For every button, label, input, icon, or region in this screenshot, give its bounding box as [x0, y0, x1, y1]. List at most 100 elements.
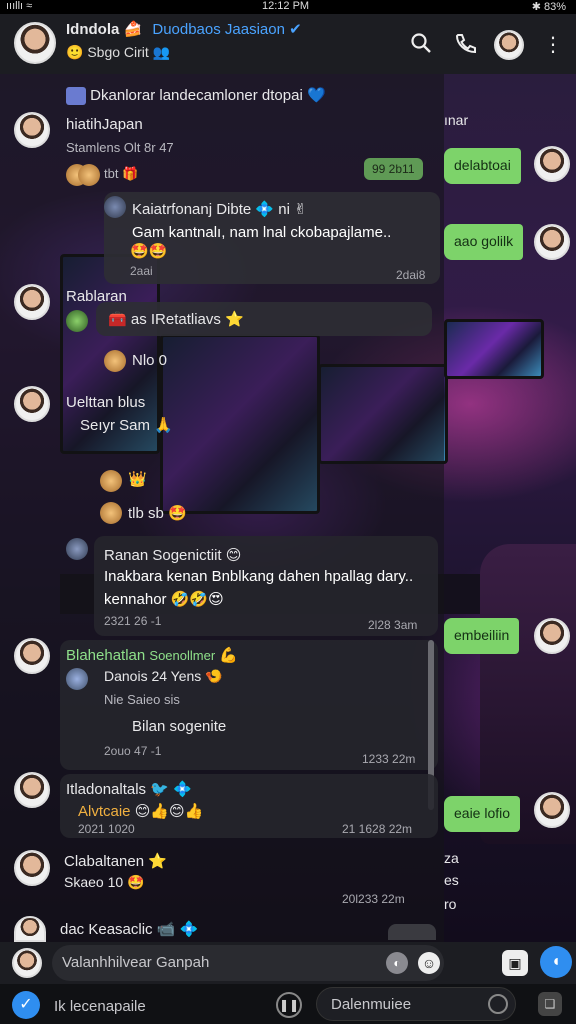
message-emoji: 🙏: [154, 417, 173, 434]
pause-icon[interactable]: ❚❚: [276, 992, 302, 1018]
subtitle-text: Sbgo Cirit: [87, 44, 149, 60]
more-vertical-icon[interactable]: ⋮: [540, 32, 566, 58]
message-text-span: kennahor: [104, 591, 167, 608]
toolbox-icon: 🧰: [108, 311, 127, 328]
sender-mini-avatar: [104, 196, 126, 218]
compose-bar: Valanhhilvear Ganpah ◐ ☺ ▣ ◖: [0, 942, 576, 984]
message-text: Nlo 0: [132, 352, 168, 369]
reaction-avatar: [104, 350, 126, 372]
sender-name: Ranan Sogenictiit 😊: [104, 546, 241, 564]
sender-name: Blahehatlan Soenollmer 💪: [66, 646, 238, 664]
verified-icon: ✔: [289, 21, 302, 38]
outgoing-avatar[interactable]: [534, 792, 570, 828]
chat-title-text: Idndola: [66, 21, 120, 38]
camera-icon[interactable]: ▣: [502, 950, 528, 976]
side-label: ro: [444, 896, 457, 912]
bottom-bar: ✓ Ik lecenapaile ❚❚ Dalenmuiee ❑: [0, 984, 576, 1024]
chat-header: Idndola 🍰 Duodbaos Jaasiaon ✔ 🙂 Sbgo Cir…: [0, 14, 576, 74]
sender-avatar[interactable]: [14, 850, 50, 886]
bottom-search-pill[interactable]: Dalenmuiee: [316, 987, 516, 1021]
chat-title[interactable]: Idndola 🍰 Duodbaos Jaasiaon ✔: [66, 20, 302, 38]
clock: 12:12 PM: [262, 0, 310, 12]
scroll-handle[interactable]: [388, 924, 436, 940]
message-text-span: Skaeo 10: [64, 874, 124, 890]
reaction-avatar: [66, 310, 88, 332]
sender-avatar[interactable]: [14, 772, 50, 808]
message-text: tlb sb 🤩: [128, 504, 187, 522]
chat-title-tag: Duodbaos Jaasiaon: [152, 21, 285, 38]
message-text: Inakbara kenan Bnblkang dahen hpallag da…: [104, 568, 414, 585]
reaction-label: tbt 🎁: [104, 166, 139, 181]
sender-avatar[interactable]: [14, 112, 50, 148]
message-emoji: 🍤: [205, 668, 223, 684]
outgoing-bubble[interactable]: embeiliin: [444, 618, 520, 654]
search-icon[interactable]: [408, 32, 434, 58]
message-text: Bilan sogenite: [132, 718, 227, 735]
message-time: 21 1628 22m: [342, 822, 413, 836]
sender-tag: Soenollmer: [149, 648, 216, 663]
chat-subtitle: 🙂 Sbgo Cirit 👥: [66, 44, 170, 61]
sender-name-text: Ranan Sogenictiit: [104, 547, 222, 564]
outgoing-avatar[interactable]: [534, 618, 570, 654]
sender-name-text: Itladonaltals: [66, 781, 147, 798]
sender-badge: 💠 ni ✌: [255, 201, 307, 218]
my-avatar[interactable]: [12, 948, 42, 978]
message-header: Dkanlorar landecamloner dtopai 💙: [66, 86, 326, 106]
message-emoji: 🤩: [168, 505, 187, 522]
outgoing-bubble[interactable]: delabtoai: [444, 148, 521, 184]
sender-name: Itladonaltals 🐦 💠: [66, 780, 192, 798]
reaction-avatar: [78, 164, 100, 186]
sender-name-text: dac Keasaclic: [60, 921, 153, 938]
message-text-span: Danois 24 Yens: [104, 668, 202, 684]
emoji-icon[interactable]: ☺: [418, 952, 440, 974]
event-text: 🧰 as IRetatliavs ⭐: [108, 310, 244, 328]
profile-avatar[interactable]: [494, 30, 524, 60]
send-icon[interactable]: ◖: [540, 946, 572, 978]
outgoing-avatar[interactable]: [534, 224, 570, 260]
message-emoji: 🤩🤩: [130, 243, 168, 260]
message-time: 2321 26 -1: [104, 614, 162, 628]
message-time: 1233 22m: [362, 752, 416, 766]
message-time: 2aai: [130, 264, 153, 278]
message-text: Seıyr Sam 🙏: [80, 416, 173, 434]
record-icon[interactable]: [488, 994, 508, 1014]
sender-name-text: Blahehatlan: [66, 647, 146, 664]
sender-avatar[interactable]: [14, 284, 50, 320]
outgoing-avatar[interactable]: [534, 146, 570, 182]
battery-indicator: ✱ 83%: [531, 1, 566, 13]
library-icon[interactable]: ❑: [538, 992, 562, 1016]
side-label: es: [444, 872, 459, 888]
message-text: Alvtcaie 😊👍😊👍: [78, 802, 203, 820]
check-icon[interactable]: ✓: [12, 991, 40, 1019]
phone-icon[interactable]: [452, 32, 478, 58]
sender-avatar[interactable]: [14, 916, 46, 942]
reaction-avatar: [100, 502, 122, 524]
sender-name: Uelttan blus: [66, 394, 146, 411]
unread-chip[interactable]: 99 2b11: [364, 158, 423, 180]
message-time: 2l28 3am: [368, 618, 418, 632]
reaction-emoji: 👑: [128, 471, 147, 488]
message-input-placeholder: Valanhhilvear Ganpah: [62, 954, 210, 971]
side-label: ınar: [444, 112, 469, 128]
group-chip-icon: [66, 87, 86, 106]
sticker-icon[interactable]: ◐: [386, 952, 408, 974]
sender-avatar[interactable]: [14, 386, 50, 422]
wallpaper-monitor: [444, 319, 544, 379]
message-title: Dkanlorar landecamloner dtopai: [90, 87, 303, 104]
group-avatar[interactable]: [14, 22, 56, 64]
message-text-span: Alvtcaie: [78, 803, 131, 820]
sender-badge: 🐦 💠: [150, 781, 192, 798]
title-emoji: 🍰: [123, 21, 143, 38]
sender-badge: ⭐: [148, 853, 167, 870]
message-text: Nie Saieo sis: [104, 692, 180, 707]
message-time: 2021 1020: [78, 822, 135, 836]
reaction-avatar: [100, 470, 122, 492]
sender-avatar[interactable]: [14, 638, 50, 674]
message-emoji: 😊👍😊👍: [134, 803, 204, 820]
message-text: kennahor 🤣🤣😍: [104, 590, 224, 608]
message-time: 20l233 22m: [342, 892, 405, 906]
outgoing-bubble[interactable]: aao golilk: [444, 224, 524, 260]
outgoing-bubble[interactable]: eaie lofio: [444, 796, 521, 832]
message-text: Skaeo 10 🤩: [64, 874, 145, 891]
bottom-left-label[interactable]: Ik lecenapaile: [54, 998, 146, 1015]
